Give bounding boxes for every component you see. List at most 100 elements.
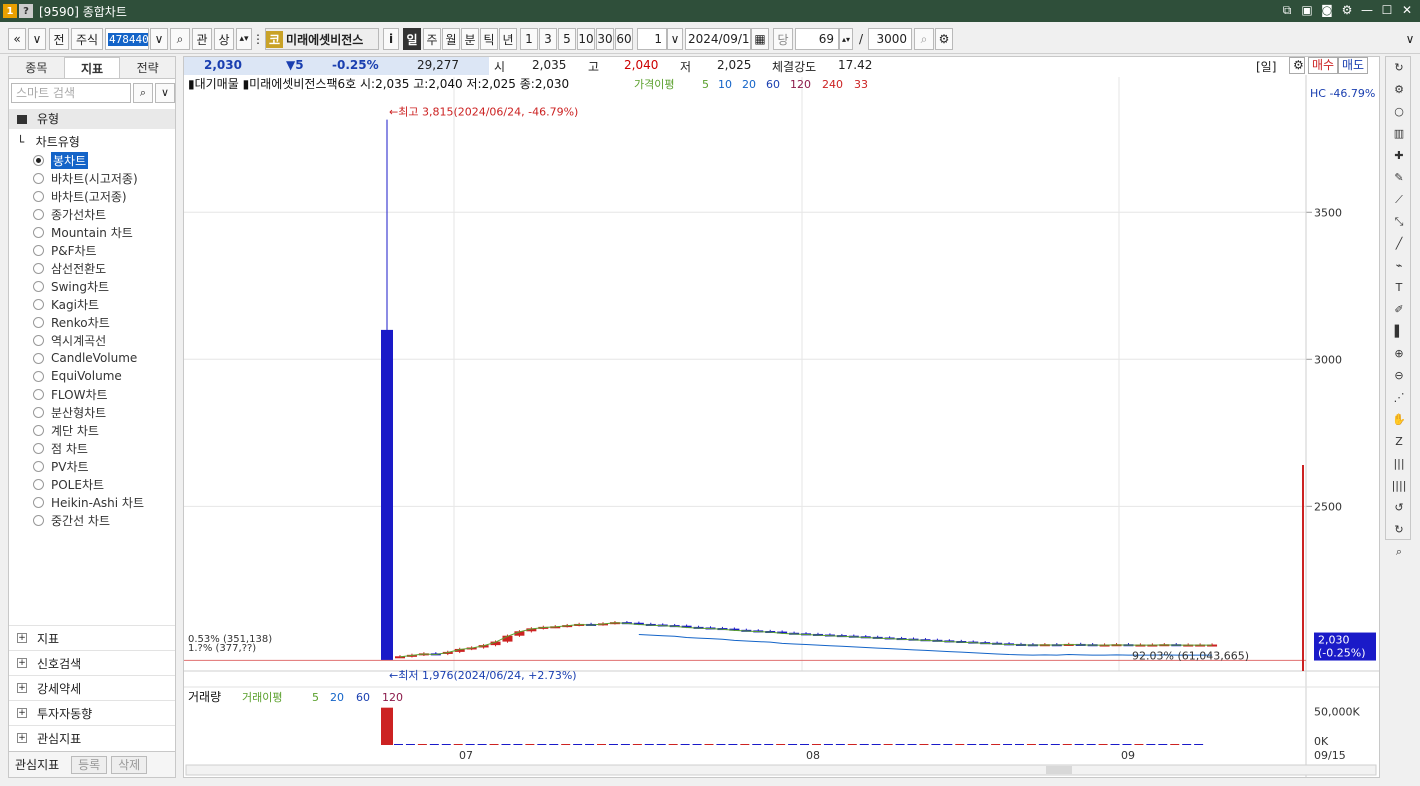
all-button[interactable]: 전 xyxy=(49,28,69,50)
total-count-input[interactable]: 3000 xyxy=(868,28,912,50)
indicator-category-item[interactable]: + 지표 xyxy=(9,625,175,650)
section-type[interactable]: 유형 xyxy=(9,109,175,129)
measure-icon[interactable]: ⤡ xyxy=(1391,214,1407,230)
zoom-in-icon[interactable]: ⊕ xyxy=(1391,346,1407,362)
code-dropdown-icon[interactable]: ∨ xyxy=(150,28,168,50)
period-year-button[interactable]: 년 xyxy=(499,28,517,50)
radio-icon[interactable] xyxy=(33,388,44,400)
chart-type-option[interactable]: 계단 차트 xyxy=(33,421,144,439)
vertical-scrollbar[interactable] xyxy=(1412,56,1420,778)
tab-indicator[interactable]: 지표 xyxy=(63,57,121,78)
radio-icon[interactable] xyxy=(33,226,44,238)
fib-icon[interactable]: ⋰ xyxy=(1391,390,1407,406)
maximize-icon[interactable]: ☐ xyxy=(1380,2,1394,18)
chart-type-option[interactable]: P&F차트 xyxy=(33,241,144,259)
radio-icon[interactable] xyxy=(33,154,44,166)
radio-icon[interactable] xyxy=(33,334,44,346)
chart-type-option[interactable]: 바차트(시고저종) xyxy=(33,169,144,187)
expand-plus-icon[interactable]: + xyxy=(17,683,27,693)
camera-icon[interactable]: ◙ xyxy=(1320,2,1334,18)
radio-icon[interactable] xyxy=(33,514,44,526)
radio-icon[interactable] xyxy=(33,280,44,292)
upper-button[interactable]: 상 xyxy=(214,28,234,50)
chart-type-option[interactable]: Mountain 차트 xyxy=(33,223,144,241)
chart-type-option[interactable]: Kagi차트 xyxy=(33,295,144,313)
close-icon[interactable]: ✕ xyxy=(1400,2,1414,18)
radio-icon[interactable] xyxy=(33,172,44,184)
watch-button[interactable]: 관 xyxy=(192,28,212,50)
chart-type-option[interactable]: 바차트(고저종) xyxy=(33,187,144,205)
radio-icon[interactable] xyxy=(33,262,44,274)
period-week-button[interactable]: 주 xyxy=(423,28,441,50)
chart-type-option[interactable]: PV차트 xyxy=(33,457,144,475)
buy-button[interactable]: 매수 xyxy=(1308,57,1339,74)
chart-icon[interactable]: ▥ xyxy=(1391,126,1407,142)
zoom-list-icon[interactable]: ⊖ xyxy=(1391,368,1407,384)
smart-search-input[interactable]: 스마트 검색 xyxy=(11,83,131,103)
radio-icon[interactable] xyxy=(33,190,44,202)
expand-plus-icon[interactable]: + xyxy=(17,633,27,643)
info-button[interactable]: i xyxy=(383,28,399,50)
chart-type-option[interactable]: 중간선 차트 xyxy=(33,511,144,529)
undo-icon[interactable]: ↺ xyxy=(1391,500,1407,516)
radio-icon[interactable] xyxy=(33,298,44,310)
radio-icon[interactable] xyxy=(33,424,44,436)
toolbar-gear-icon[interactable]: ⚙ xyxy=(935,28,953,50)
line-icon[interactable]: ╱ xyxy=(1391,236,1407,252)
refresh-icon[interactable]: ↻ xyxy=(1391,60,1407,76)
radio-icon[interactable] xyxy=(33,370,44,382)
chart-type-option[interactable]: 봉차트 xyxy=(33,151,144,169)
count-input[interactable]: 1 xyxy=(637,28,667,50)
radio-icon[interactable] xyxy=(33,442,44,454)
collapse-icon[interactable]: ∨ xyxy=(1404,28,1416,50)
chart-type-option[interactable]: 점 차트 xyxy=(33,439,144,457)
delete-button[interactable]: 삭제 xyxy=(111,755,148,774)
expand-plus-icon[interactable]: + xyxy=(17,733,27,743)
updown-spinner-icon[interactable]: ▴▾ xyxy=(236,28,252,50)
interval-10-button[interactable]: 10 xyxy=(577,28,595,50)
chart-type-option[interactable]: EquiVolume xyxy=(33,367,144,385)
chart-type-option[interactable]: CandleVolume xyxy=(33,349,144,367)
indicator-category-item[interactable]: + 투자자동향 xyxy=(9,700,175,725)
interval-1-button[interactable]: 1 xyxy=(520,28,538,50)
cross-icon[interactable]: ✚ xyxy=(1391,148,1407,164)
prev-stock-button[interactable]: « xyxy=(8,28,26,50)
radio-icon[interactable] xyxy=(33,316,44,328)
chart-type-option[interactable]: 삼선전환도 xyxy=(33,259,144,277)
interval-3-button[interactable]: 3 xyxy=(539,28,557,50)
bars-icon[interactable]: ||| xyxy=(1391,456,1407,472)
text-icon[interactable]: T xyxy=(1391,280,1407,296)
pen-icon[interactable]: ✎ xyxy=(1391,170,1407,186)
radio-icon[interactable] xyxy=(33,478,44,490)
link-icon[interactable]: ⧉ xyxy=(1280,2,1294,18)
chart-type-option[interactable]: Heikin-Ashi 차트 xyxy=(33,493,144,511)
stock-code-input[interactable]: 478440 xyxy=(105,28,149,50)
radio-icon[interactable] xyxy=(33,406,44,418)
window-number-badge[interactable]: 1 xyxy=(3,4,17,18)
market-select[interactable]: 주식 xyxy=(71,28,103,50)
redo-icon[interactable]: ↻ xyxy=(1391,522,1407,538)
radio-icon[interactable] xyxy=(33,208,44,220)
search-options-icon[interactable]: ∨ xyxy=(155,83,175,103)
count-dropdown-icon[interactable]: ∨ xyxy=(667,28,683,50)
chart-area[interactable]: 2,030 ▼5 -0.25% 29,277 시 2,035 고 2,040 저… xyxy=(183,56,1380,778)
period-month-button[interactable]: 월 xyxy=(442,28,460,50)
ruler-icon[interactable]: ⟋ xyxy=(1391,192,1407,208)
minimize-icon[interactable]: — xyxy=(1360,2,1374,18)
period-day-button[interactable]: 일 xyxy=(403,28,421,50)
help-icon[interactable]: ? xyxy=(19,4,33,18)
sell-button[interactable]: 매도 xyxy=(1338,57,1369,74)
menu-dots-icon[interactable]: ⋮ xyxy=(253,28,263,50)
chart-type-option[interactable]: POLE차트 xyxy=(33,475,144,493)
expand-plus-icon[interactable]: + xyxy=(17,658,27,668)
interval-60-button[interactable]: 60 xyxy=(615,28,633,50)
chart-type-option[interactable]: FLOW차트 xyxy=(33,385,144,403)
radio-icon[interactable] xyxy=(33,460,44,472)
chart-type-option[interactable]: Swing차트 xyxy=(33,277,144,295)
chart-gear-icon[interactable]: ⚙ xyxy=(1289,57,1305,74)
indicator-category-item[interactable]: + 신호검색 xyxy=(9,650,175,675)
period-tick-button[interactable]: 틱 xyxy=(480,28,498,50)
hand-icon[interactable]: ✋ xyxy=(1391,412,1407,428)
tab-stock[interactable]: 종목 xyxy=(9,57,64,78)
search-icon[interactable]: ⌕ xyxy=(170,28,190,50)
